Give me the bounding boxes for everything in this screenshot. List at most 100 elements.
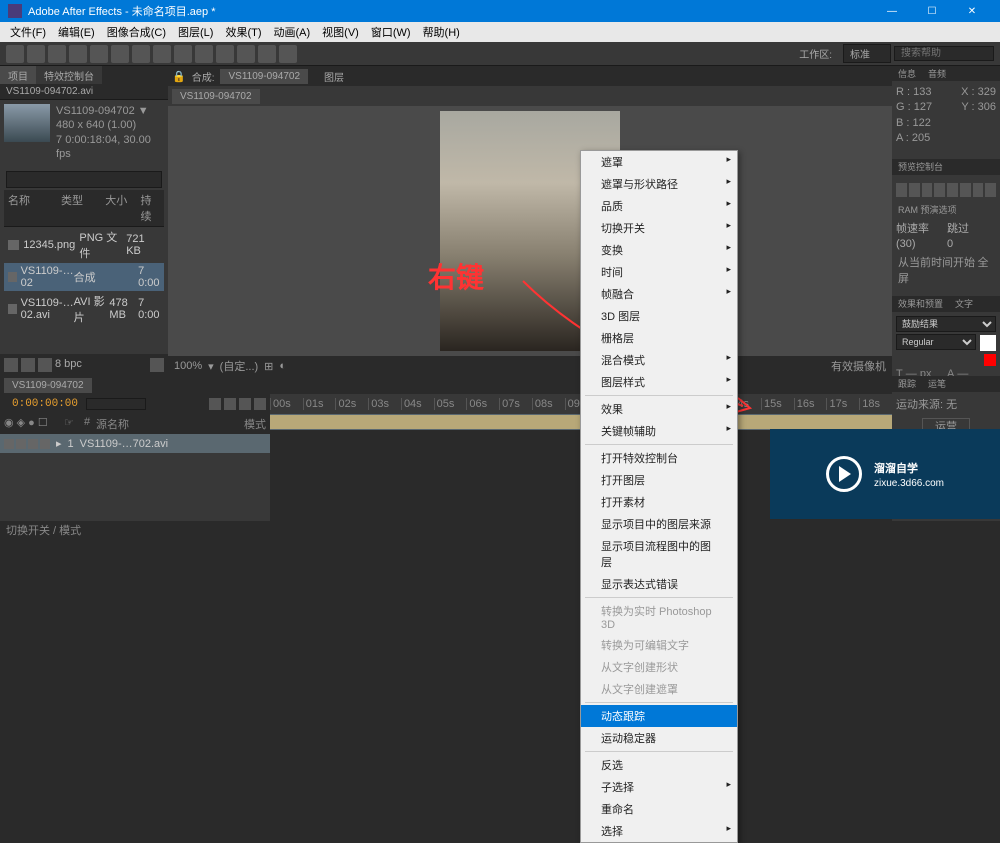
cm-reveal-source[interactable]: 显示项目中的图层来源 [581,513,737,535]
cm-guide-layer[interactable]: 栅格层 [581,327,737,349]
puppet-tool-icon[interactable] [279,45,297,63]
timeline-tab[interactable]: VS1109-094702 [4,378,92,393]
menu-composition[interactable]: 图像合成(C) [101,24,172,40]
rotate-tool-icon[interactable] [69,45,87,63]
camera-dropdown[interactable]: 有效摄像机 [831,358,886,374]
cm-select[interactable]: 选择 [581,820,737,842]
menu-effect[interactable]: 效果(T) [219,24,267,40]
font-family-select[interactable]: 鼓励结果 [896,316,996,332]
tl-opt-icon[interactable] [254,398,266,410]
pen-tool-icon[interactable] [153,45,171,63]
motion-source-select[interactable]: 无 [946,399,957,411]
brush-tool-icon[interactable] [195,45,213,63]
viewer[interactable]: 右键 [168,106,892,356]
clone-tool-icon[interactable] [216,45,234,63]
workspace-select[interactable]: 标准 [843,44,891,63]
tab-tracker[interactable]: 跟踪 [892,376,922,392]
project-search-input[interactable] [6,171,162,188]
trash-icon[interactable] [150,358,164,372]
project-item[interactable]: 12345.png PNG 文件 721 KB [4,227,164,263]
minimize-button[interactable]: — [872,0,912,22]
help-search-input[interactable] [894,46,994,61]
tab-effects[interactable]: 效果和预置 [892,296,949,312]
eraser-tool-icon[interactable] [237,45,255,63]
tab-fx-controls[interactable]: 特效控制台 [36,66,102,84]
cm-effect[interactable]: 效果 [581,398,737,420]
tab-preview[interactable]: 预览控制台 [892,159,949,175]
mask-icon[interactable]: ◐ [279,360,286,372]
timeline-search[interactable] [86,398,146,410]
timecode[interactable]: 0:00:00:00 [4,398,86,410]
selection-tool-icon[interactable] [6,45,24,63]
cm-track-motion[interactable]: 动态跟踪 [581,705,737,727]
menu-view[interactable]: 视图(V) [316,24,365,40]
lock-icon[interactable]: 🔒 [172,70,186,83]
comp-tab-name[interactable]: VS1109-094702 [220,69,308,84]
cm-transform[interactable]: 变换 [581,239,737,261]
cm-select-children[interactable]: 子选择 [581,776,737,798]
tab-project[interactable]: 项目 [0,66,36,84]
loop-icon[interactable] [973,183,984,197]
menu-window[interactable]: 窗口(W) [365,24,417,40]
play-icon[interactable] [922,183,933,197]
close-button[interactable]: ✕ [952,0,992,22]
cm-open-source[interactable]: 打开素材 [581,491,737,513]
solo-icon[interactable] [28,439,38,449]
visibility-icon[interactable] [4,439,14,449]
cm-open-layer[interactable]: 打开图层 [581,469,737,491]
font-style-select[interactable]: Regular [896,334,976,350]
menu-edit[interactable]: 编辑(E) [52,24,101,40]
zoom-dropdown[interactable]: 100% [174,360,202,372]
cm-reveal-flowchart[interactable]: 显示项目流程图中的图层 [581,535,737,573]
zoom-tool-icon[interactable] [48,45,66,63]
next-frame-icon[interactable] [934,183,945,197]
cm-reveal-expr-errors[interactable]: 显示表达式错误 [581,573,737,595]
res-dropdown[interactable]: (自定...) [220,358,259,374]
cm-quality[interactable]: 品质 [581,195,737,217]
cm-rename[interactable]: 重命名 [581,798,737,820]
cm-switches[interactable]: 切换开关 [581,217,737,239]
menu-animation[interactable]: 动画(A) [268,24,317,40]
grid-icon[interactable]: ⊞ [264,360,273,373]
cm-time[interactable]: 时间 [581,261,737,283]
layout-tab[interactable]: 图层 [324,69,344,84]
maximize-button[interactable]: ☐ [912,0,952,22]
audio-icon[interactable] [16,439,26,449]
folder-icon[interactable] [4,358,18,372]
tl-opt-icon[interactable] [224,398,236,410]
cm-open-fx[interactable]: 打开特效控制台 [581,447,737,469]
audio-icon[interactable] [960,183,971,197]
cm-keyframe-assist[interactable]: 关键帧辅助 [581,420,737,442]
menu-layer[interactable]: 图层(L) [172,24,219,40]
pan-behind-tool-icon[interactable] [111,45,129,63]
project-item[interactable]: VS1109-…02 合成 7 0:00 [4,263,164,291]
ram-preview-icon[interactable] [985,183,996,197]
cm-3d-layer[interactable]: 3D 图层 [581,305,737,327]
cm-invert-selection[interactable]: 反选 [581,754,737,776]
timeline-layer-row[interactable]: ▸ 1 VS1109-…702.avi [0,434,270,453]
camera-tool-icon[interactable] [90,45,108,63]
tab-character[interactable]: 文字 [949,296,979,312]
project-item[interactable]: VS1109-…02.avi AVI 影片 478 MB 7 0:00 [4,291,164,327]
prev-frame-icon[interactable] [909,183,920,197]
cm-mask[interactable]: 遮罩 [581,151,737,173]
shape-tool-icon[interactable] [132,45,150,63]
roto-tool-icon[interactable] [258,45,276,63]
tab-brush[interactable]: 运笔 [922,376,952,392]
lock-icon[interactable] [40,439,50,449]
tab-info[interactable]: 信息 [892,66,922,81]
menu-help[interactable]: 帮助(H) [417,24,466,40]
toggle-switches[interactable]: 切换开关 / 模式 [6,522,81,538]
comp-sub-tab[interactable]: VS1109-094702 [172,89,260,104]
menu-file[interactable]: 文件(F) [4,24,52,40]
first-frame-icon[interactable] [896,183,907,197]
cm-frame-blend[interactable]: 帧融合 [581,283,737,305]
last-frame-icon[interactable] [947,183,958,197]
bpc-icon[interactable] [38,358,52,372]
fill-color-swatch[interactable] [980,335,996,351]
comp-new-icon[interactable] [21,358,35,372]
cm-blend-mode[interactable]: 混合模式 [581,349,737,371]
cm-layer-styles[interactable]: 图层样式 [581,371,737,393]
hand-tool-icon[interactable] [27,45,45,63]
tl-opt-icon[interactable] [239,398,251,410]
